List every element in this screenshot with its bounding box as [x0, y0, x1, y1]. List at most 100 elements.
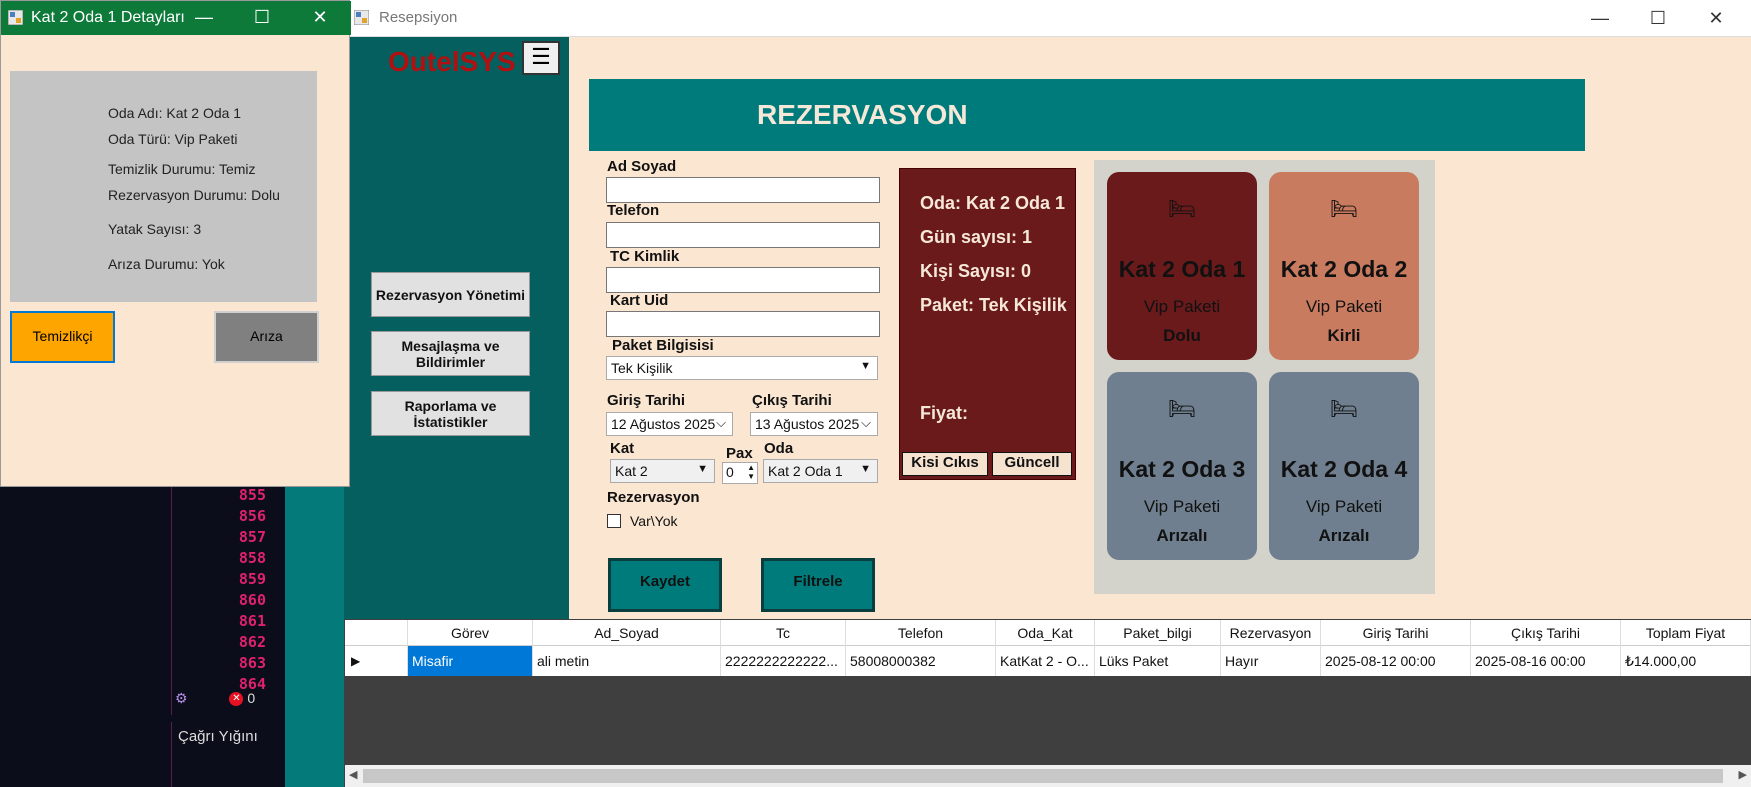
room-package: Vip Paketi — [1305, 297, 1383, 316]
scroll-left-icon[interactable]: ◀ — [349, 768, 357, 781]
maximize-button[interactable]: ☐ — [1630, 0, 1686, 37]
room-card[interactable]: 🛏 Kat 2 Oda 3 Vip Paketi Arızalı — [1107, 372, 1257, 560]
minimize-button[interactable]: — — [1572, 0, 1628, 37]
cikis-date-picker[interactable]: 13 Ağustos 2025 ⌵ — [750, 412, 878, 436]
table-cell[interactable]: ₺14.000,00 — [1621, 646, 1751, 676]
giris-date-value: 12 Ağustos 2025 — [611, 416, 716, 432]
maximize-button[interactable]: ☐ — [234, 1, 290, 35]
kat-select[interactable]: Kat 2 ▼ — [610, 459, 715, 483]
column-header[interactable]: Toplam Fiyat — [1621, 620, 1751, 646]
callstack-panel-tab[interactable]: Çağrı Yığını — [171, 722, 286, 787]
line-number: 861 — [238, 612, 266, 630]
hamburger-menu-icon[interactable]: ☰ — [522, 41, 560, 75]
window-titlebar[interactable]: Resepsiyon — ☐ ✕ — [344, 0, 1751, 37]
guncell-button[interactable]: Güncell — [992, 452, 1072, 476]
page-banner: REZERVASYON — [589, 79, 1585, 151]
room-status: Arızalı — [1318, 526, 1370, 545]
ide-strip — [285, 480, 344, 787]
column-header[interactable]: Görev — [408, 620, 533, 646]
summary-paket: Paket: Tek Kişilik — [920, 295, 1067, 315]
detail-titlebar[interactable]: Kat 2 Oda 1 Detayları — ☐ ✕ — [1, 1, 351, 35]
sidebar-item-rezervasyon[interactable]: Rezervasyon Yönetimi — [371, 272, 530, 317]
ariza-button[interactable]: Arıza — [214, 311, 319, 363]
room-package: Vip Paketi — [1143, 497, 1221, 516]
minimize-button[interactable]: — — [176, 1, 232, 35]
bed-icon: 🛏 — [1168, 196, 1196, 221]
cikis-date-value: 13 Ağustos 2025 — [755, 416, 860, 432]
tc-input[interactable] — [606, 267, 880, 293]
error-icon[interactable]: ✕ — [229, 692, 244, 707]
table-cell[interactable]: Misafir — [408, 646, 533, 676]
column-header[interactable]: Telefon — [846, 620, 996, 646]
column-header[interactable]: Oda_Kat — [996, 620, 1095, 646]
room-card[interactable]: 🛏 Kat 2 Oda 2 Vip Paketi Kirli — [1269, 172, 1419, 360]
window-title: Resepsiyon — [379, 9, 458, 26]
column-header[interactable]: Giriş Tarihi — [1321, 620, 1471, 646]
ide-status-bar: ⚙ ✕ 0 — [175, 690, 285, 714]
kart-uid-label: Kart Uid — [610, 292, 669, 309]
table-cell[interactable]: ali metin — [533, 646, 721, 676]
room-status: Kirli — [1327, 326, 1361, 345]
detail-title: Kat 2 Oda 1 Detayları — [31, 9, 185, 26]
table-cell[interactable]: 2222222222222... — [721, 646, 846, 676]
room-card[interactable]: 🛏 Kat 2 Oda 1 Vip Paketi Dolu — [1107, 172, 1257, 360]
oda-select[interactable]: Kat 2 Oda 1 ▼ — [763, 459, 878, 483]
scroll-right-icon[interactable]: ▶ — [1739, 768, 1747, 781]
line-number: 862 — [238, 633, 266, 651]
sidebar-item-mesajlasma[interactable]: Mesajlaşma ve Bildirimler — [371, 331, 530, 376]
paket-select[interactable]: Tek Kişilik ▼ — [606, 356, 878, 380]
summary-kisi: Kişi Sayısı: 0 — [920, 261, 1032, 281]
chevron-down-icon: ▼ — [860, 463, 871, 475]
temizlik-text: Temizlik Durumu: Temiz — [108, 161, 256, 177]
kat-select-value: Kat 2 — [615, 463, 648, 479]
stepper-arrows-icon[interactable]: ▲ ▼ — [747, 463, 755, 481]
table-cell[interactable]: KatKat 2 - O... — [996, 646, 1095, 676]
kat-label: Kat — [610, 440, 635, 457]
column-header[interactable]: Ad_Soyad — [533, 620, 721, 646]
room-package: Vip Paketi — [1143, 297, 1221, 316]
table-cell[interactable]: Lüks Paket — [1095, 646, 1221, 676]
row-selector-icon[interactable]: ▶ — [345, 646, 408, 676]
temizlikci-button[interactable]: Temizlikçi — [10, 311, 115, 363]
oda-adi-text: Oda Adı: Kat 2 Oda 1 — [108, 105, 242, 121]
pax-stepper[interactable]: 0 ▲ ▼ — [722, 462, 758, 484]
column-header[interactable]: Çıkış Tarihi — [1471, 620, 1621, 646]
telefon-input[interactable] — [606, 222, 880, 248]
close-button[interactable]: ✕ — [1688, 0, 1744, 37]
oda-select-value: Kat 2 Oda 1 — [768, 463, 843, 479]
column-header[interactable]: Rezervasyon — [1221, 620, 1321, 646]
close-button[interactable]: ✕ — [292, 1, 348, 35]
scrollbar-thumb[interactable] — [363, 769, 1723, 783]
telefon-label: Telefon — [607, 202, 660, 219]
grid-header: Görev Ad_Soyad Tc Telefon Oda_Kat Paket_… — [345, 620, 1751, 646]
table-cell[interactable]: 2025-08-12 00:00 — [1321, 646, 1471, 676]
room-name: Kat 2 Oda 1 — [1118, 256, 1246, 282]
giris-date-picker[interactable]: 12 Ağustos 2025 ⌵ — [606, 412, 733, 436]
rooms-panel: 🛏 Kat 2 Oda 1 Vip Paketi Dolu 🛏 Kat 2 Od… — [1094, 160, 1435, 594]
table-cell[interactable]: Hayır — [1221, 646, 1321, 676]
column-header[interactable]: Tc — [721, 620, 846, 646]
cikis-label: Çıkış Tarihi — [752, 392, 832, 409]
kart-uid-input[interactable] — [606, 311, 880, 337]
horizontal-scrollbar[interactable]: ◀ ▶ — [345, 765, 1751, 787]
chevron-down-icon: ▼ — [697, 463, 708, 475]
callstack-label: Çağrı Yığını — [178, 728, 258, 745]
page-title: REZERVASYON — [757, 99, 968, 130]
table-cell[interactable]: 2025-08-16 00:00 — [1471, 646, 1621, 676]
sidebar-item-raporlama[interactable]: Raporlama ve İstatistikler — [371, 391, 530, 436]
kisi-cikis-button[interactable]: Kisi Cıkıs — [902, 452, 988, 476]
filtrele-button[interactable]: Filtrele — [761, 558, 875, 612]
bed-icon: 🛏 — [1330, 196, 1358, 221]
summary-fiyat: Fiyat: — [920, 403, 969, 423]
chevron-down-icon: ⌵ — [861, 415, 871, 430]
column-header[interactable]: Paket_bilgi — [1095, 620, 1221, 646]
table-row[interactable]: ▶ Misafir ali metin 2222222222222... 580… — [345, 646, 1751, 676]
room-card[interactable]: 🛏 Kat 2 Oda 4 Vip Paketi Arızalı — [1269, 372, 1419, 560]
bug-icon[interactable]: ⚙ — [175, 690, 188, 706]
rezervasyon-checkbox[interactable] — [607, 514, 621, 528]
ad-soyad-input[interactable] — [606, 177, 880, 203]
reservation-summary: Oda: Kat 2 Oda 1 Gün sayısı: 1 Kişi Sayı… — [899, 168, 1076, 480]
bed-icon: 🛏 — [1168, 396, 1196, 421]
kaydet-button[interactable]: Kaydet — [608, 558, 722, 612]
table-cell[interactable]: 58008000382 — [846, 646, 996, 676]
